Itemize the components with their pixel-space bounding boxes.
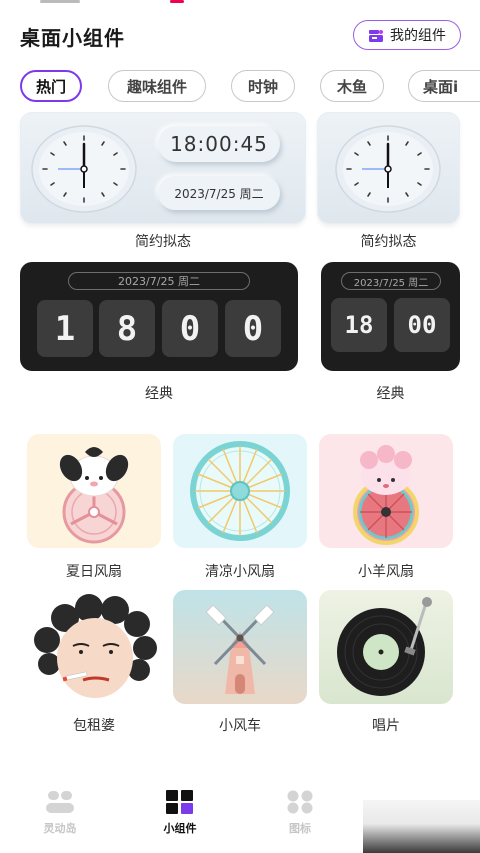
- digital-time: 18:00:45: [158, 126, 280, 162]
- tile-vinyl-record[interactable]: [319, 590, 453, 704]
- tab-wooden-fish[interactable]: 木鱼: [320, 70, 384, 102]
- flip-digit: 00: [394, 298, 450, 352]
- widget-box-icon: [368, 28, 384, 42]
- flip-digit: 0: [162, 300, 218, 357]
- tile-label: 清凉小风扇: [205, 564, 275, 580]
- flip-date: 2023/7/25 周二: [68, 272, 250, 290]
- nav-widgets[interactable]: 小组件: [140, 790, 220, 836]
- my-widgets-button[interactable]: 我的组件: [353, 20, 461, 50]
- tab-hot[interactable]: 热门: [20, 70, 82, 102]
- nav-icons[interactable]: 图标: [260, 790, 340, 836]
- island-icon: [46, 791, 74, 813]
- tile-label: 包租婆: [73, 718, 115, 734]
- tab-desktop[interactable]: 桌面i: [408, 70, 480, 102]
- tab-clock[interactable]: 时钟: [231, 70, 295, 102]
- page-title: 桌面小组件: [20, 26, 125, 50]
- tile-sheep-fan[interactable]: [319, 434, 453, 548]
- tile-label: 小风车: [219, 718, 261, 734]
- header: 桌面小组件 我的组件: [0, 18, 480, 54]
- pink-fan-puppy-icon: [59, 447, 129, 544]
- category-tabs: 热门 趣味组件 时钟 木鱼 桌面i: [0, 70, 480, 102]
- tile-label: 小羊风扇: [358, 564, 414, 580]
- nav-label: 灵动岛: [43, 822, 77, 835]
- widget-label: 经典: [145, 386, 173, 402]
- flip-clock-widget-large[interactable]: 2023/7/25 周二 1 8 0 0: [20, 262, 298, 371]
- flip-digit: 0: [225, 300, 281, 357]
- tile-cool-fan[interactable]: [173, 434, 307, 548]
- analog-clock-icon: [335, 125, 441, 213]
- digital-date: 2023/7/25 周二: [158, 176, 280, 210]
- vinyl-record-icon: [337, 597, 432, 696]
- nav-label: 图标: [289, 822, 311, 835]
- flip-digit: 18: [331, 298, 387, 352]
- tile-label: 唱片: [372, 718, 400, 734]
- neo-clock-widget-large[interactable]: 18:00:45 2023/7/25 周二: [20, 112, 306, 224]
- windmill-icon: [205, 604, 275, 694]
- nav-dynamic-island[interactable]: 灵动岛: [20, 790, 100, 836]
- tile-summer-fan[interactable]: [27, 434, 161, 548]
- sheep-fan-icon: [353, 445, 419, 545]
- widget-label: 简约拟态: [135, 234, 191, 250]
- neo-clock-widget-small[interactable]: [317, 112, 460, 224]
- flip-digit: 1: [37, 300, 93, 357]
- widget-label: 经典: [376, 386, 405, 402]
- my-widgets-label: 我的组件: [390, 28, 446, 44]
- tab-fun-widgets[interactable]: 趣味组件: [108, 70, 206, 102]
- tile-landlady[interactable]: [27, 590, 161, 704]
- flip-digit: 8: [99, 300, 155, 357]
- floating-preview-image: [363, 800, 480, 853]
- widgets-grid-icon: [166, 790, 193, 814]
- icons-grid-icon: [287, 790, 313, 814]
- analog-clock-icon: [31, 125, 137, 213]
- tile-windmill[interactable]: [173, 590, 307, 704]
- widget-label: 简约拟态: [360, 234, 417, 250]
- landlady-face-icon: [34, 594, 157, 698]
- tile-label: 夏日风扇: [66, 564, 122, 580]
- flip-clock-widget-small[interactable]: 2023/7/25 周二 18 00: [321, 262, 460, 371]
- flip-date: 2023/7/25 周二: [341, 272, 441, 290]
- blue-fan-icon: [190, 441, 290, 541]
- status-bar: [0, 0, 480, 8]
- nav-label: 小组件: [163, 822, 197, 835]
